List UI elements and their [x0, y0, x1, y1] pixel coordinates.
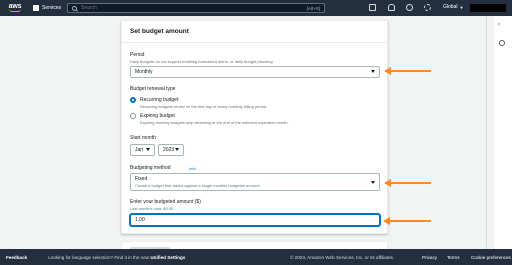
grid-icon	[33, 5, 39, 11]
footer: Feedback Looking for language selection?…	[0, 249, 512, 265]
renewal-label: Budget renewal type	[130, 86, 176, 92]
panel-divider	[486, 16, 487, 249]
expiring-budget-radio[interactable]	[130, 113, 136, 119]
copyright: © 2023, Amazon Web Services, Inc. or its…	[290, 254, 395, 260]
unified-settings-link[interactable]: Unified Settings	[150, 255, 185, 260]
expiring-budget-description: Expiring monthly budgets stop renewing a…	[140, 120, 289, 125]
annotation-arrow-amount	[383, 217, 431, 225]
cookie-preferences-link[interactable]: Cookie preferences	[471, 255, 511, 260]
start-month-label: Start month	[130, 135, 156, 141]
caret-down-icon	[371, 181, 375, 184]
annotation-arrow-period	[384, 67, 431, 75]
start-year-value: 2023	[163, 147, 175, 153]
account-menu[interactable]	[470, 4, 506, 12]
caret-down-icon: ▼	[459, 4, 464, 10]
set-budget-amount-card: Set budget amount Period Daily budgets d…	[121, 20, 388, 234]
info-icon[interactable]	[499, 40, 505, 46]
budget-amount-label: Enter your budgeted amount ($)	[130, 199, 201, 205]
start-year-select[interactable]: 2023	[158, 144, 184, 156]
region-selector[interactable]: Global ▼	[443, 4, 463, 10]
budgeting-method-value: Fixed	[135, 176, 148, 182]
start-month-select[interactable]: Jan	[130, 144, 155, 156]
chevron-left-icon[interactable]: ‹	[498, 21, 500, 28]
language-notice: Looking for language selection? Find it …	[48, 255, 185, 260]
last-month-cost: Last month's cost: $0.00	[130, 206, 174, 211]
card-header: Set budget amount	[122, 21, 387, 43]
region-label: Global	[443, 4, 458, 10]
help-icon[interactable]	[406, 4, 413, 11]
annotation-arrow-method	[384, 179, 431, 187]
recurring-budget-label[interactable]: Recurring budget	[140, 97, 178, 103]
cloudshell-icon[interactable]	[369, 4, 376, 11]
expiring-budget-label[interactable]: Expiring budget	[140, 113, 175, 119]
period-value: Monthly	[135, 69, 153, 75]
aws-smile-icon	[9, 9, 21, 12]
budget-amount-input[interactable]	[130, 214, 380, 226]
services-label: Services	[42, 5, 62, 11]
settings-icon[interactable]	[424, 4, 431, 11]
caret-down-icon	[146, 148, 150, 151]
period-select[interactable]: Monthly	[130, 66, 380, 78]
terms-link[interactable]: Terms	[447, 255, 460, 260]
language-notice-text: Looking for language selection? Find it …	[48, 254, 151, 260]
search-box[interactable]: [Alt+S]	[67, 3, 325, 13]
privacy-link[interactable]: Privacy	[422, 255, 437, 260]
search-icon	[72, 5, 77, 11]
services-menu-button[interactable]: Services	[33, 5, 61, 11]
period-description: Daily budgets do not support enabling fo…	[130, 59, 274, 64]
recurring-budget-radio[interactable]	[130, 97, 136, 103]
caret-down-icon	[175, 148, 179, 151]
top-navigation: aws Services [Alt+S] Global ▼	[0, 0, 512, 16]
feedback-link[interactable]: Feedback	[6, 255, 27, 260]
budgeting-method-info-link[interactable]: Info	[189, 166, 196, 171]
search-input[interactable]	[81, 5, 281, 11]
period-label: Period	[130, 52, 145, 58]
budgeting-method-description: Create a budget that tracks against a si…	[135, 183, 261, 188]
caret-down-icon	[371, 70, 375, 73]
budgeting-method-label: Budgeting method	[130, 165, 171, 171]
start-month-value: Jan	[135, 147, 144, 153]
recurring-budget-description: Recurring budgets renew on the first day…	[140, 104, 268, 109]
search-shortcut: [Alt+S]	[306, 5, 320, 11]
help-side-panel: ‹	[493, 16, 512, 249]
aws-logo[interactable]: aws	[4, 0, 26, 16]
card-title: Set budget amount	[130, 28, 189, 35]
budgeting-method-select[interactable]: Fixed Create a budget that tracks agains…	[130, 173, 380, 191]
notifications-icon[interactable]	[388, 4, 395, 11]
